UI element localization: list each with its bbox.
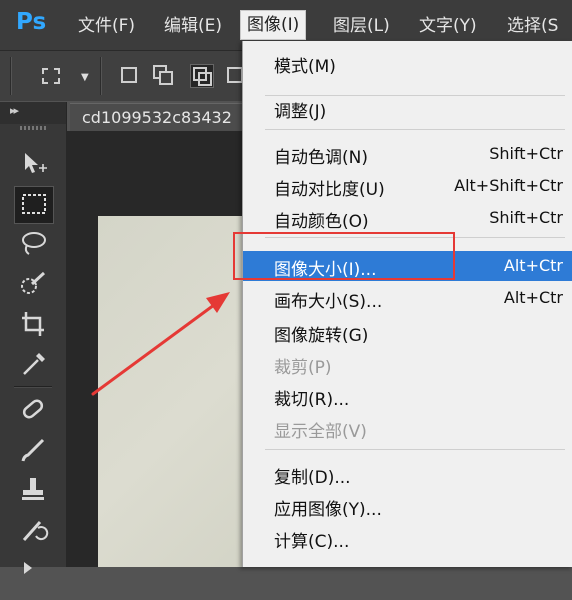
annotation-arrow-icon <box>91 292 230 396</box>
